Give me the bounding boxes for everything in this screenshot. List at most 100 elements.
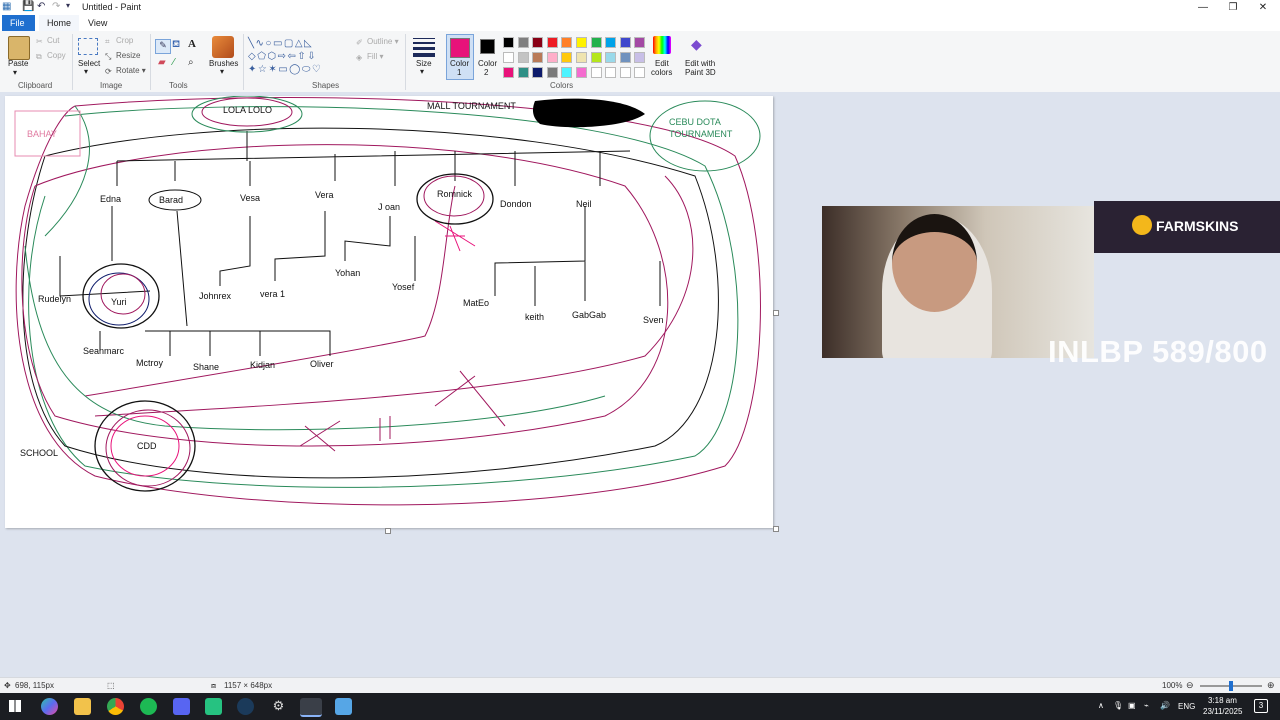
discord-icon[interactable]	[173, 698, 190, 715]
palette-swatch[interactable]	[576, 37, 587, 48]
redo-icon[interactable]: ↷	[52, 1, 60, 12]
rotate-button[interactable]: ⟳ Rotate ▾	[105, 66, 146, 76]
fill-button[interactable]: ◈ Fill ▾	[356, 52, 383, 62]
crop-button[interactable]: ⌗ Crop	[105, 36, 133, 46]
resize-button[interactable]: ⤡ Resize	[105, 51, 140, 61]
save-icon[interactable]: 💾	[22, 1, 34, 12]
brushes-dropdown-icon[interactable]: ▾	[220, 67, 224, 76]
drawing-canvas[interactable]: LOLA LOLO MALL TOURNAMENT BAHAY CEBU DOT…	[5, 96, 773, 528]
select-icon[interactable]	[78, 38, 98, 55]
zoom-slider-thumb[interactable]	[1229, 681, 1233, 691]
undo-icon[interactable]: ↶	[37, 1, 45, 12]
copilot-icon[interactable]	[41, 698, 58, 715]
palette-swatch[interactable]	[590, 67, 602, 78]
tray-overflow-icon[interactable]: ∧	[1098, 701, 1104, 710]
copy-button[interactable]: ⧉ Copy	[36, 51, 66, 61]
size-dropdown-icon[interactable]: ▾	[420, 67, 424, 76]
network-icon[interactable]: ⌁	[1144, 701, 1149, 710]
palette-swatch[interactable]	[561, 52, 573, 63]
pencil-icon[interactable]: ✎	[155, 39, 171, 54]
image-size: 1157 × 648px	[224, 681, 273, 690]
clock-time[interactable]: 3:18 am	[1208, 696, 1237, 705]
palette-swatch[interactable]	[503, 37, 514, 48]
palette-swatch[interactable]	[517, 37, 529, 48]
zoom-slider[interactable]	[1200, 681, 1262, 691]
input-language[interactable]: ENG	[1178, 702, 1195, 711]
clipboard-group-label: Clipboard	[18, 81, 53, 90]
zoom-level: 100%	[1162, 681, 1183, 690]
volume-icon[interactable]: 🔊	[1160, 701, 1170, 710]
rainbow-icon[interactable]	[653, 36, 671, 54]
paint-taskbar-icon[interactable]	[300, 698, 322, 717]
paste-button[interactable]: Paste	[8, 59, 28, 68]
palette-swatch[interactable]	[503, 52, 514, 63]
palette-swatch[interactable]	[576, 52, 587, 63]
fill-bucket-icon[interactable]: ⛾	[172, 39, 180, 52]
magnifier-icon[interactable]: ⌕	[188, 57, 194, 68]
palette-swatch[interactable]	[590, 52, 602, 63]
cut-button[interactable]: ✂ Cut	[36, 36, 59, 46]
palette-swatch[interactable]	[619, 37, 631, 48]
file-menu[interactable]: File	[2, 15, 35, 31]
select-dropdown-icon[interactable]: ▾	[84, 67, 88, 76]
canvas-resize-handle-right[interactable]	[773, 310, 779, 316]
spotify-icon[interactable]	[140, 698, 157, 715]
shapes-gallery[interactable]: ╲∿○▭▢△◺ ◇⬠⬡⇨⇦⇧⇩ ✦☆✶▭◯⬭♡	[248, 37, 350, 77]
display-icon[interactable]: ▣	[1128, 701, 1136, 710]
start-icon[interactable]	[9, 700, 21, 712]
app-icon[interactable]	[205, 698, 222, 715]
steam-icon[interactable]	[237, 698, 254, 715]
palette-swatch[interactable]	[517, 52, 529, 63]
palette-swatch[interactable]	[546, 52, 558, 63]
palette-swatch[interactable]	[561, 37, 573, 48]
palette-swatch[interactable]	[561, 67, 573, 78]
palette-swatch[interactable]	[576, 67, 587, 78]
tab-view[interactable]: View	[80, 15, 115, 31]
settings-icon[interactable]: ⚙	[270, 698, 287, 715]
canvas-resize-handle-bottom[interactable]	[385, 528, 391, 534]
minimize-button[interactable]: —	[1188, 0, 1218, 15]
palette-swatch[interactable]	[532, 37, 544, 48]
palette-swatch[interactable]	[503, 67, 514, 78]
paint3d-icon[interactable]: ◆	[691, 36, 707, 54]
close-button[interactable]: ✕	[1248, 0, 1278, 15]
palette-swatch[interactable]	[605, 37, 617, 48]
zoom-in-button[interactable]: ⊕	[1267, 680, 1275, 691]
edit-paint3d-button[interactable]: Edit with	[685, 59, 715, 68]
canvas-resize-handle-corner[interactable]	[773, 526, 779, 532]
zoom-out-button[interactable]: ⊖	[1186, 680, 1194, 691]
palette-swatch[interactable]	[546, 67, 558, 78]
edit-colors-button[interactable]: Edit	[655, 59, 669, 68]
file-explorer-icon[interactable]	[74, 698, 91, 715]
palette-swatch[interactable]	[634, 67, 646, 78]
palette-swatch[interactable]	[517, 67, 529, 78]
chrome-icon[interactable]	[107, 698, 124, 715]
palette-swatch[interactable]	[634, 52, 646, 63]
palette-swatch[interactable]	[590, 37, 602, 48]
outline-button[interactable]: ✐ Outline ▾	[356, 37, 399, 47]
palette-swatch[interactable]	[619, 52, 631, 63]
select-button[interactable]: Select	[78, 59, 100, 68]
notepad-icon[interactable]	[335, 698, 352, 715]
palette-swatch[interactable]	[605, 52, 617, 63]
palette-swatch[interactable]	[532, 67, 544, 78]
palette-swatch[interactable]	[532, 52, 544, 63]
palette-swatch[interactable]	[546, 37, 558, 48]
paste-icon[interactable]	[8, 36, 30, 60]
quick-access-dropdown-icon[interactable]: ▾	[66, 1, 70, 10]
text-tool-icon[interactable]: A	[188, 38, 196, 50]
brush-icon[interactable]	[212, 36, 234, 58]
tab-home[interactable]: Home	[39, 15, 80, 31]
clock-date[interactable]: 23/11/2025	[1203, 707, 1242, 716]
paste-dropdown-icon[interactable]: ▾	[13, 68, 17, 77]
palette-swatch[interactable]	[605, 67, 617, 78]
microphone-icon[interactable]: 🎙	[1113, 701, 1123, 710]
notification-badge[interactable]: 3	[1254, 699, 1268, 713]
size-icon[interactable]	[413, 38, 435, 57]
color2-swatch[interactable]	[480, 39, 495, 54]
palette-swatch[interactable]	[619, 67, 631, 78]
palette-swatch[interactable]	[634, 37, 646, 48]
restore-button[interactable]: ❐	[1218, 0, 1248, 15]
eraser-icon[interactable]: ▰	[158, 57, 166, 68]
color-picker-icon[interactable]: ⁄	[173, 57, 175, 68]
